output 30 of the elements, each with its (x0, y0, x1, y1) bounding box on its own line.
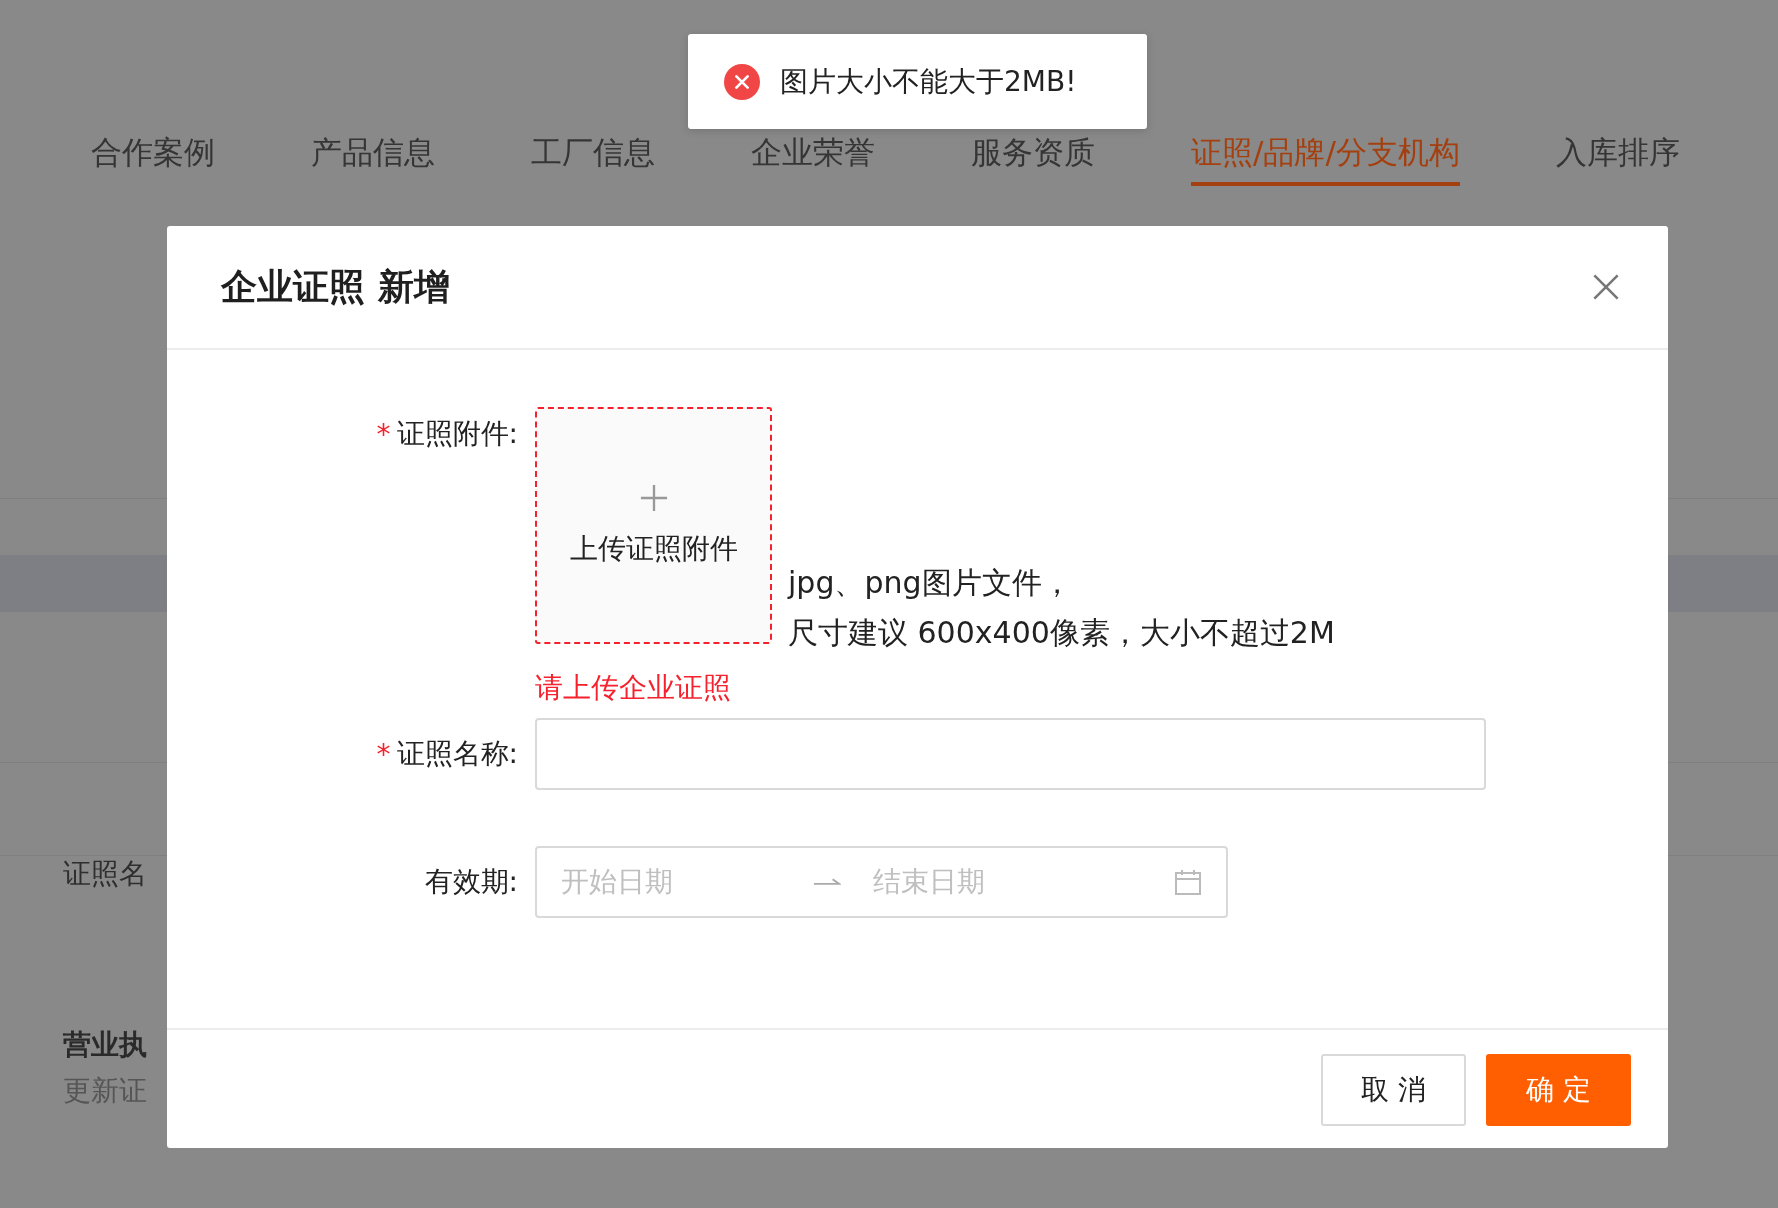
confirm-button[interactable]: 确 定 (1486, 1054, 1631, 1126)
upload-button[interactable]: 上传证照附件 (535, 407, 772, 644)
tab[interactable]: 合作案例 (91, 132, 215, 186)
required-mark: * (376, 737, 391, 771)
end-date-placeholder: 结束日期 (873, 864, 985, 900)
calendar-icon (1174, 869, 1202, 895)
date-range-field[interactable]: 开始日期 结束日期 (535, 846, 1228, 918)
start-date-placeholder: 开始日期 (561, 864, 673, 900)
tab[interactable]: 服务资质 (971, 132, 1095, 186)
hint-text: jpg、png图片文件， (788, 564, 1073, 602)
tab[interactable]: 工厂信息 (531, 132, 655, 186)
list-label: 证照名 (63, 857, 147, 890)
tab[interactable]: 产品信息 (311, 132, 435, 186)
tab[interactable]: 证照/品牌/分支机构 (1191, 132, 1460, 186)
plus-icon (639, 483, 668, 512)
list-title: 营业执 (63, 1027, 147, 1063)
required-mark: * (376, 417, 391, 451)
tab[interactable]: 企业荣誉 (751, 132, 875, 186)
hint-text: 尺寸建议 600x400像素，大小不超过2M (788, 614, 1335, 652)
field-label: 有效期: (424, 864, 518, 900)
field-label: 证照名称: (396, 736, 518, 772)
error-icon (724, 63, 760, 100)
cancel-button[interactable]: 取 消 (1321, 1054, 1466, 1126)
tab[interactable]: 入库排序 (1555, 132, 1680, 186)
close-icon[interactable] (1592, 273, 1620, 301)
toast-message: 图片大小不能大于2MB! (780, 63, 1077, 100)
error-message: 请上传企业证照 (535, 670, 731, 706)
input-field[interactable] (535, 718, 1486, 790)
dialog-title: 企业证照 新增 (221, 264, 450, 309)
field-label: 证照附件: (396, 416, 518, 452)
